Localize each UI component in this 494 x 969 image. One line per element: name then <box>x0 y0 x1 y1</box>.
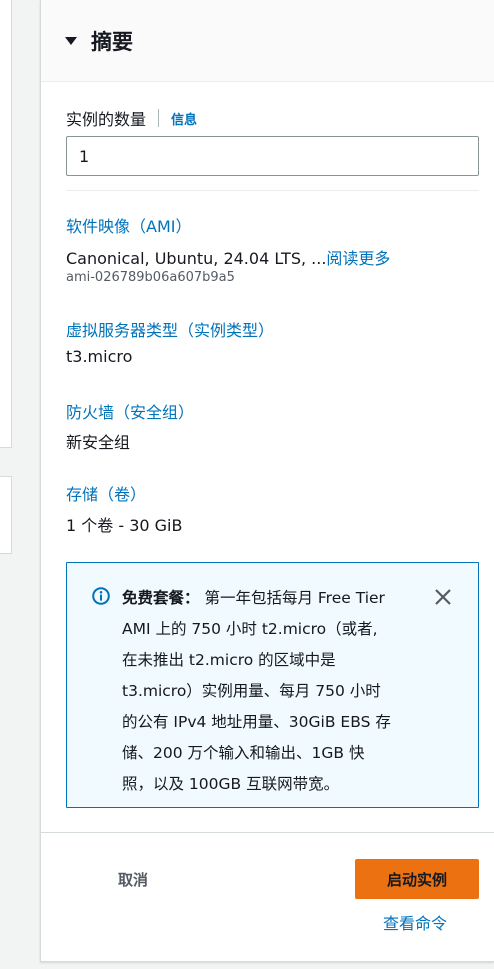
cancel-button[interactable]: 取消 <box>91 860 175 898</box>
free-tier-label: 免费套餐： <box>122 589 200 607</box>
free-tier-line: 第一年包括每月 Free Tier <box>204 589 385 607</box>
free-tier-notice: 免费套餐： 第一年包括每月 Free Tier AMI 上的 750 小时 t2… <box>66 562 479 808</box>
instance-count-label-row: 实例的数量 信息 <box>66 106 197 130</box>
instance-count-label: 实例的数量 <box>66 110 147 129</box>
info-link[interactable]: 信息 <box>171 109 197 128</box>
storage-value: 1 个卷 - 30 GiB <box>66 516 183 535</box>
free-tier-line: AMI 上的 750 小时 t2.micro（或者, <box>122 620 378 638</box>
summary-panel: 摘要 实例的数量 信息 软件映像（AMI） Canonical, Ubuntu,… <box>40 0 494 962</box>
label-divider <box>158 109 160 127</box>
firewall-value: 新安全组 <box>66 433 131 452</box>
summary-header[interactable]: 摘要 <box>41 0 494 82</box>
caret-down-icon[interactable] <box>65 36 77 45</box>
launch-instance-button[interactable]: 启动实例 <box>355 859 479 899</box>
background-panel-bottom <box>0 476 12 554</box>
free-tier-line: t3.micro）实例用量、每月 750 小时 <box>122 682 381 700</box>
software-image-value-row: Canonical, Ubuntu, 24.04 LTS, ...阅读更多 <box>66 245 390 269</box>
free-tier-line: 储、200 万个输入和输出、1GB 快 <box>122 744 365 762</box>
free-tier-line: 在未推出 t2.micro 的区域中是 <box>122 651 336 669</box>
software-image-value: Canonical, Ubuntu, 24.04 LTS, ... <box>66 249 327 268</box>
view-command-link[interactable]: 查看命令 <box>383 910 447 934</box>
instance-type-title[interactable]: 虚拟服务器类型（实例类型） <box>66 317 274 341</box>
summary-title: 摘要 <box>91 29 133 54</box>
instance-type-value: t3.micro <box>66 347 133 366</box>
close-icon[interactable] <box>433 587 453 607</box>
storage-title[interactable]: 存储（卷） <box>66 481 146 505</box>
free-tier-line: 照，以及 100GB 互联网带宽。 <box>122 775 340 793</box>
software-image-title[interactable]: 软件映像（AMI） <box>66 213 191 237</box>
background-panel-top <box>0 0 12 448</box>
instance-count-input[interactable] <box>66 136 479 176</box>
firewall-title[interactable]: 防火墙（安全组） <box>66 399 194 423</box>
read-more-link[interactable]: 阅读更多 <box>326 249 390 268</box>
ami-id: ami-026789b06a607b9a5 <box>66 270 235 285</box>
free-tier-text: 免费套餐： 第一年包括每月 Free Tier AMI 上的 750 小时 t2… <box>122 583 422 800</box>
free-tier-line: 的公有 IPv4 地址用量、30GiB EBS 存 <box>122 713 391 731</box>
footer-divider <box>41 832 494 833</box>
divider <box>66 190 479 191</box>
info-icon <box>92 587 110 605</box>
